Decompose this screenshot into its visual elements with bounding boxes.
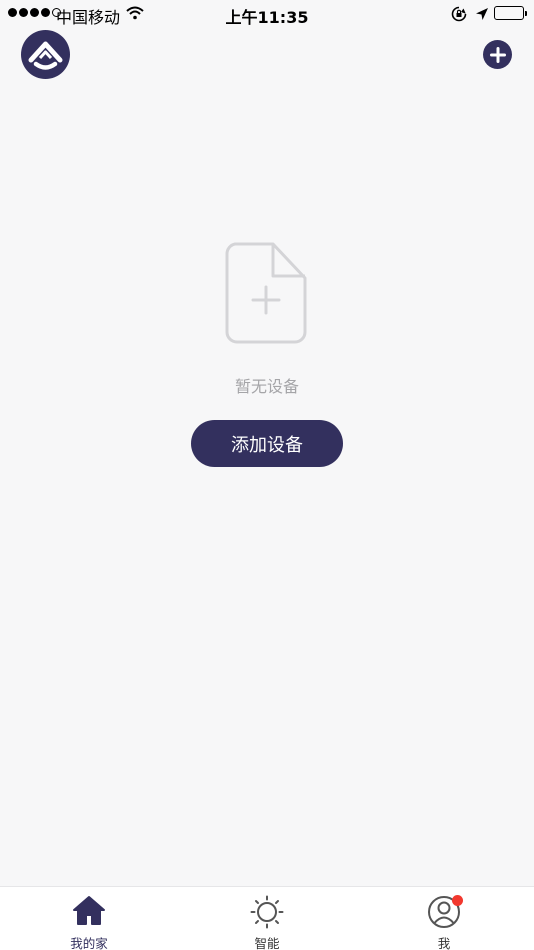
notification-badge [452, 895, 463, 906]
tab-smart-label: 智能 [254, 936, 280, 950]
tab-smart[interactable]: 智能 [207, 887, 327, 950]
add-device-button[interactable]: 添加设备 [191, 420, 343, 467]
tab-my-home-label: 我的家 [70, 936, 108, 950]
plus-circle-icon [489, 46, 506, 63]
tab-bar: 我的家 智能 我 [0, 886, 534, 950]
rotation-lock-icon [451, 6, 467, 26]
sun-icon [250, 895, 284, 933]
home-icon [72, 895, 106, 929]
tab-me-label: 我 [437, 936, 451, 950]
add-device-top-button[interactable] [483, 40, 512, 69]
document-add-icon [225, 242, 307, 344]
battery-icon [494, 6, 527, 20]
tab-me[interactable]: 我 [384, 887, 504, 950]
status-bar: 中国移动 上午11:35 [0, 0, 534, 28]
location-arrow-icon [475, 6, 489, 25]
empty-state-message: 暂无设备 [234, 377, 299, 396]
app-logo-icon[interactable] [21, 30, 70, 79]
tab-my-home[interactable]: 我的家 [29, 887, 149, 950]
